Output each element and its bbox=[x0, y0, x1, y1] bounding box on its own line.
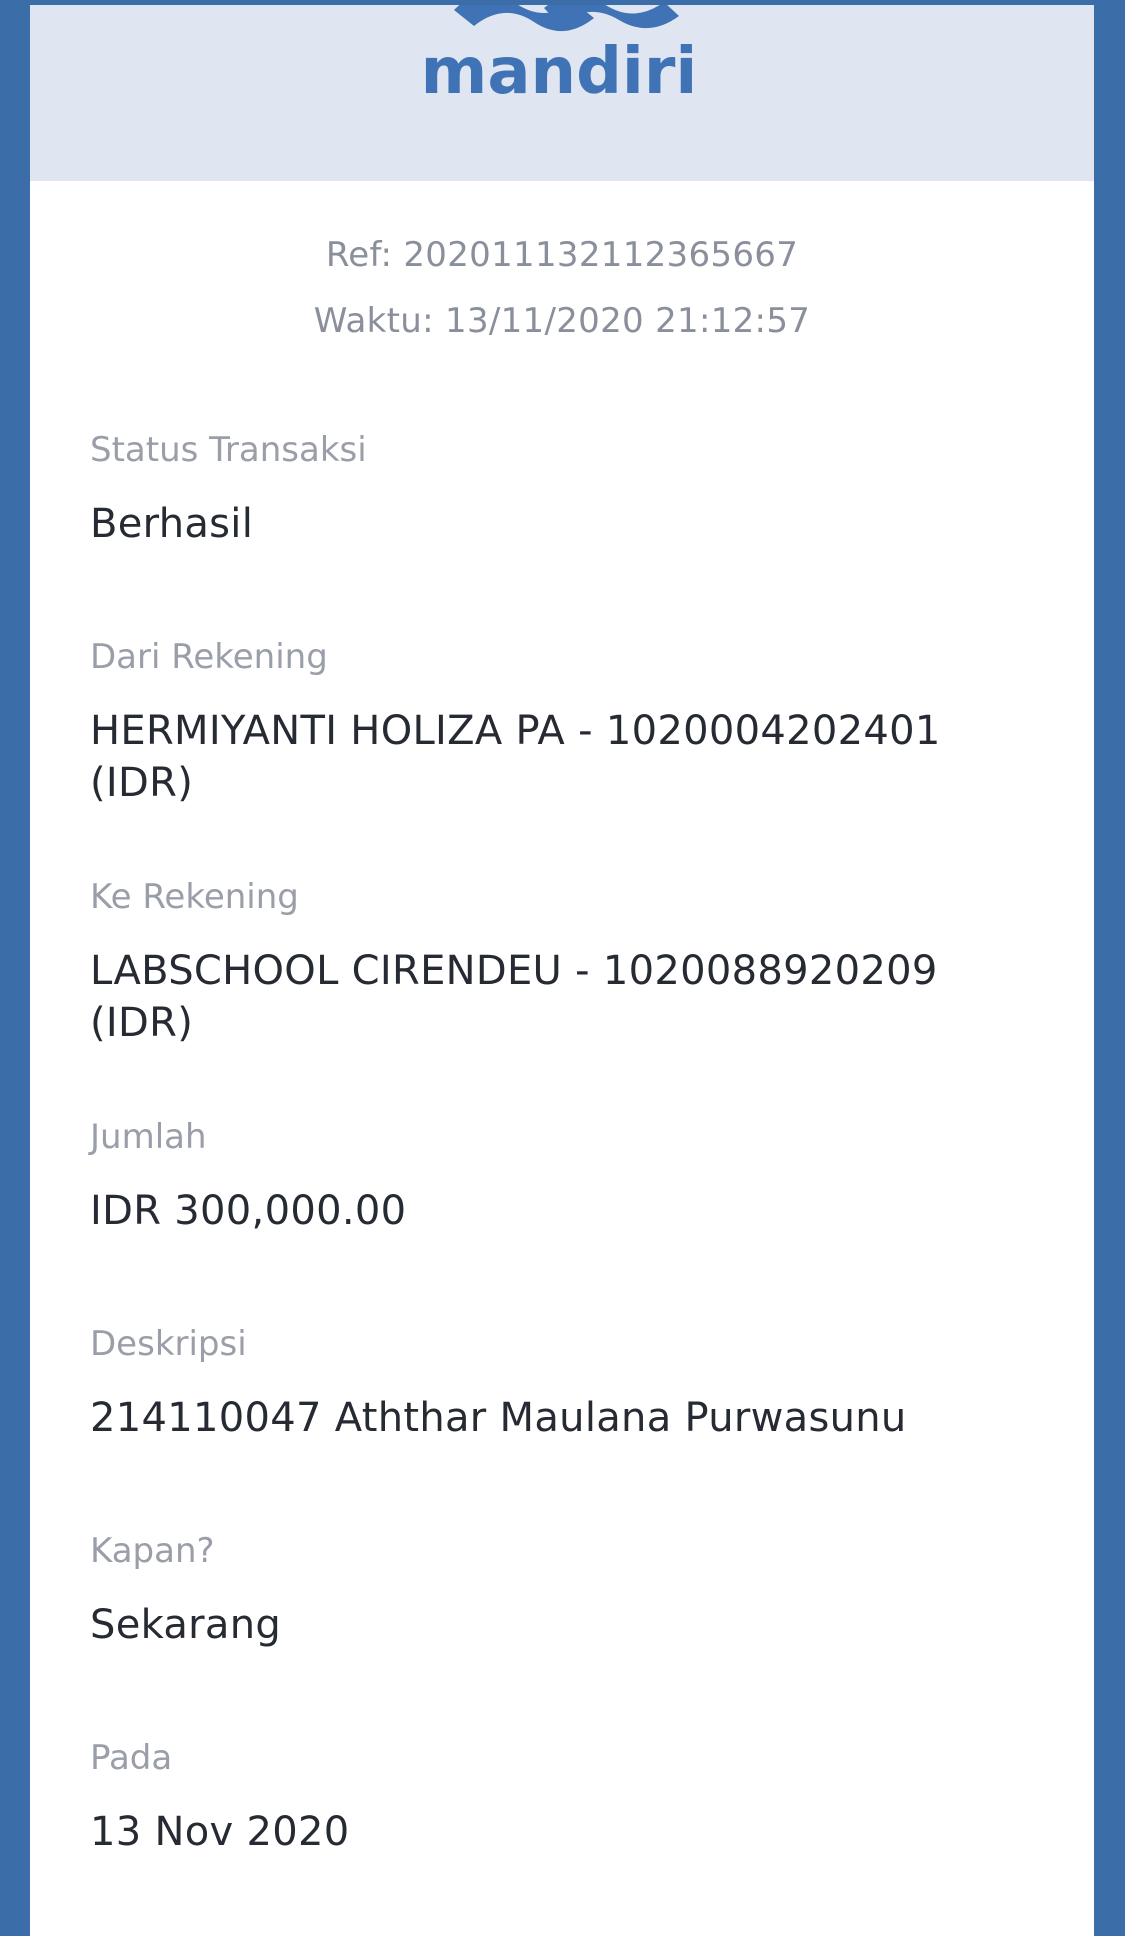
field-value: 13 Nov 2020 bbox=[90, 1809, 350, 1855]
logo-wordmark: mandiri bbox=[421, 35, 698, 100]
receipt-header: mandiri bbox=[30, 5, 1094, 181]
field-label: Jumlah bbox=[90, 1117, 207, 1157]
field-value: IDR 300,000.00 bbox=[90, 1188, 407, 1234]
field-label: Status Transaksi bbox=[90, 430, 367, 470]
receipt-card: mandiri Ref: 202011132112365667 Waktu: 1… bbox=[30, 5, 1094, 1936]
field-amount: Jumlah IDR 300,000.00 bbox=[90, 1115, 1050, 1237]
field-status: Status Transaksi Berhasil bbox=[90, 428, 1050, 550]
field-to-account: Ke Rekening LABSCHOOL CIRENDEU - 1020088… bbox=[90, 875, 1050, 1049]
field-when: Kapan? Sekarang bbox=[90, 1529, 1050, 1651]
field-label: Deskripsi bbox=[90, 1324, 247, 1364]
field-from-account: Dari Rekening HERMIYANTI HOLIZA PA - 102… bbox=[90, 635, 1050, 809]
field-date: Pada 13 Nov 2020 bbox=[90, 1736, 1050, 1858]
transaction-ref: Ref: 202011132112365667 bbox=[325, 235, 799, 275]
field-value: HERMIYANTI HOLIZA PA - 1020004202401 (ID… bbox=[90, 708, 941, 806]
field-label: Kapan? bbox=[90, 1531, 215, 1571]
field-value: Berhasil bbox=[90, 501, 254, 547]
mandiri-logo: mandiri bbox=[421, 5, 698, 100]
field-value: Sekarang bbox=[90, 1602, 282, 1648]
field-value: 214110047 Aththar Maulana Purwasunu bbox=[90, 1395, 907, 1441]
field-value: LABSCHOOL CIRENDEU - 1020088920209 (IDR) bbox=[90, 948, 938, 1046]
field-label: Dari Rekening bbox=[90, 637, 328, 677]
field-label: Ke Rekening bbox=[90, 877, 299, 917]
transaction-time: Waktu: 13/11/2020 21:12:57 bbox=[313, 301, 811, 341]
field-label: Pada bbox=[90, 1738, 173, 1778]
field-description: Deskripsi 214110047 Aththar Maulana Purw… bbox=[90, 1322, 1050, 1444]
